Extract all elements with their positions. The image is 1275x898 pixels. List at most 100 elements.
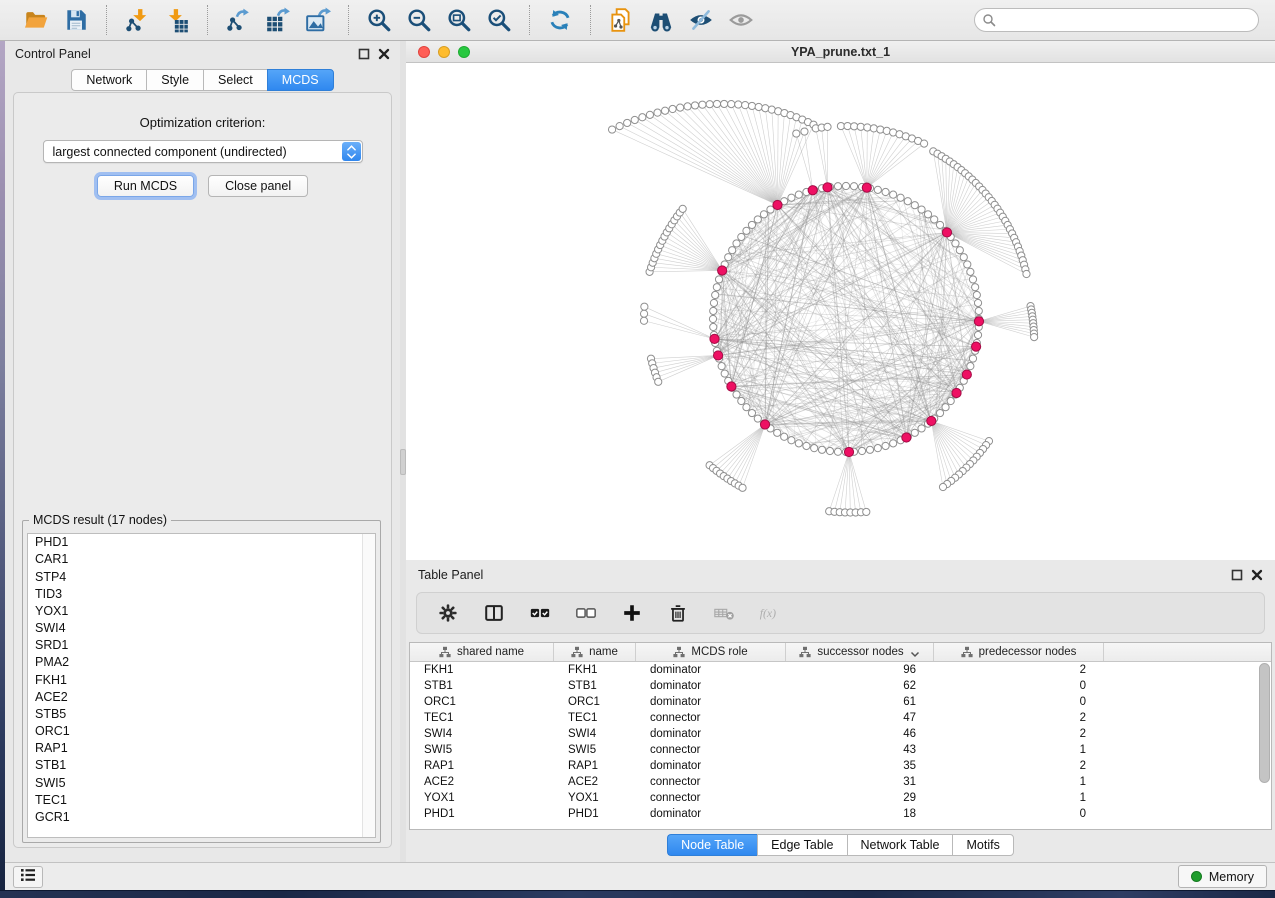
mcds-result-item[interactable]: CAR1 <box>28 551 375 568</box>
hide-selected-icon[interactable] <box>685 5 717 35</box>
cell-successor-nodes[interactable]: 96 <box>786 664 934 676</box>
network-graph[interactable] <box>406 63 1275 560</box>
column-header-name[interactable]: name <box>554 643 636 661</box>
cell-name[interactable]: YOX1 <box>554 792 636 804</box>
mcds-result-item[interactable]: YOX1 <box>28 603 375 620</box>
zoom-fit-icon[interactable] <box>443 5 475 35</box>
cell-predecessor-nodes[interactable]: 1 <box>934 776 1104 788</box>
cell-MCDS-role[interactable]: connector <box>636 744 786 756</box>
gear-icon[interactable] <box>435 600 461 626</box>
criterion-select[interactable]: largest connected component (undirected) <box>43 140 363 163</box>
cell-predecessor-nodes[interactable]: 1 <box>934 792 1104 804</box>
tab-node-table[interactable]: Node Table <box>667 834 757 856</box>
cell-name[interactable]: PHD1 <box>554 808 636 820</box>
tab-motifs[interactable]: Motifs <box>952 834 1013 856</box>
zoom-in-icon[interactable] <box>363 5 395 35</box>
float-table-panel-icon[interactable] <box>1231 569 1243 581</box>
column-header-predecessor-nodes[interactable]: predecessor nodes <box>934 643 1104 661</box>
cell-MCDS-role[interactable]: connector <box>636 792 786 804</box>
table-row[interactable]: STB1STB1dominator620 <box>410 678 1271 694</box>
cell-MCDS-role[interactable]: dominator <box>636 728 786 740</box>
mcds-list-scrollbar[interactable] <box>362 534 375 837</box>
cell-name[interactable]: STB1 <box>554 680 636 692</box>
cell-shared-name[interactable]: RAP1 <box>410 760 554 772</box>
mcds-result-item[interactable]: STB5 <box>28 706 375 723</box>
mcds-result-item[interactable]: SWI5 <box>28 774 375 791</box>
mcds-result-item[interactable]: RAP1 <box>28 740 375 757</box>
cell-successor-nodes[interactable]: 29 <box>786 792 934 804</box>
cell-predecessor-nodes[interactable]: 2 <box>934 760 1104 772</box>
export-table-icon[interactable] <box>262 5 294 35</box>
tab-mcds[interactable]: MCDS <box>267 69 334 91</box>
cell-predecessor-nodes[interactable]: 0 <box>934 808 1104 820</box>
cell-predecessor-nodes[interactable]: 1 <box>934 744 1104 756</box>
cell-successor-nodes[interactable]: 61 <box>786 696 934 708</box>
mcds-result-item[interactable]: FKH1 <box>28 671 375 688</box>
tab-network-table[interactable]: Network Table <box>847 834 953 856</box>
cell-shared-name[interactable]: ORC1 <box>410 696 554 708</box>
mcds-result-item[interactable]: PMA2 <box>28 654 375 671</box>
mcds-result-item[interactable]: STP4 <box>28 568 375 585</box>
cell-predecessor-nodes[interactable]: 2 <box>934 728 1104 740</box>
cell-name[interactable]: SWI5 <box>554 744 636 756</box>
tab-style[interactable]: Style <box>146 69 203 91</box>
cell-MCDS-role[interactable]: dominator <box>636 808 786 820</box>
mcds-result-item[interactable]: SRD1 <box>28 637 375 654</box>
select-all-icon[interactable] <box>527 600 553 626</box>
cell-successor-nodes[interactable]: 46 <box>786 728 934 740</box>
cell-shared-name[interactable]: TEC1 <box>410 712 554 724</box>
table-row[interactable]: SWI4SWI4dominator462 <box>410 726 1271 742</box>
column-header-MCDS-role[interactable]: MCDS role <box>636 643 786 661</box>
cell-shared-name[interactable]: SWI5 <box>410 744 554 756</box>
add-row-icon[interactable] <box>619 600 645 626</box>
mcds-result-list[interactable]: PHD1CAR1STP4TID3YOX1SWI4SRD1PMA2FKH1ACE2… <box>27 533 376 838</box>
table-row[interactable]: ACE2ACE2connector311 <box>410 774 1271 790</box>
close-table-panel-icon[interactable] <box>1251 569 1263 581</box>
cell-name[interactable]: RAP1 <box>554 760 636 772</box>
export-network-icon[interactable] <box>222 5 254 35</box>
open-folder-icon[interactable] <box>20 5 52 35</box>
cell-name[interactable]: TEC1 <box>554 712 636 724</box>
cell-successor-nodes[interactable]: 35 <box>786 760 934 772</box>
cell-shared-name[interactable]: YOX1 <box>410 792 554 804</box>
close-panel-button[interactable]: Close panel <box>208 175 308 197</box>
tab-network[interactable]: Network <box>71 69 146 91</box>
network-canvas[interactable] <box>406 63 1275 560</box>
cell-predecessor-nodes[interactable]: 2 <box>934 712 1104 724</box>
deselect-all-icon[interactable] <box>573 600 599 626</box>
mcds-result-item[interactable]: ACE2 <box>28 689 375 706</box>
cell-name[interactable]: FKH1 <box>554 664 636 676</box>
tab-select[interactable]: Select <box>203 69 267 91</box>
export-image-icon[interactable] <box>302 5 334 35</box>
task-history-button[interactable] <box>13 866 43 888</box>
cell-name[interactable]: ORC1 <box>554 696 636 708</box>
cell-MCDS-role[interactable]: connector <box>636 712 786 724</box>
cell-predecessor-nodes[interactable]: 0 <box>934 680 1104 692</box>
mcds-result-item[interactable]: SWI4 <box>28 620 375 637</box>
mcds-result-item[interactable]: TID3 <box>28 586 375 603</box>
mcds-result-item[interactable]: GCR1 <box>28 809 375 826</box>
table-row[interactable]: SWI5SWI5connector431 <box>410 742 1271 758</box>
table-scrollbar-thumb[interactable] <box>1259 663 1270 783</box>
cell-successor-nodes[interactable]: 62 <box>786 680 934 692</box>
search-input[interactable] <box>974 8 1259 32</box>
show-all-icon[interactable] <box>725 5 757 35</box>
cell-name[interactable]: ACE2 <box>554 776 636 788</box>
import-table-icon[interactable] <box>161 5 193 35</box>
mcds-result-item[interactable]: TEC1 <box>28 792 375 809</box>
table-row[interactable]: PHD1PHD1dominator180 <box>410 806 1271 822</box>
zoom-out-icon[interactable] <box>403 5 435 35</box>
cell-successor-nodes[interactable]: 43 <box>786 744 934 756</box>
cell-successor-nodes[interactable]: 31 <box>786 776 934 788</box>
cell-MCDS-role[interactable]: connector <box>636 776 786 788</box>
cell-shared-name[interactable]: PHD1 <box>410 808 554 820</box>
zoom-selected-icon[interactable] <box>483 5 515 35</box>
table-row[interactable]: TEC1TEC1connector472 <box>410 710 1271 726</box>
cell-shared-name[interactable]: FKH1 <box>410 664 554 676</box>
cell-shared-name[interactable]: STB1 <box>410 680 554 692</box>
mcds-result-item[interactable]: ORC1 <box>28 723 375 740</box>
table-row[interactable]: ORC1ORC1dominator610 <box>410 694 1271 710</box>
refresh-icon[interactable] <box>544 5 576 35</box>
mcds-result-item[interactable]: PHD1 <box>28 534 375 551</box>
search-network-icon[interactable] <box>645 5 677 35</box>
